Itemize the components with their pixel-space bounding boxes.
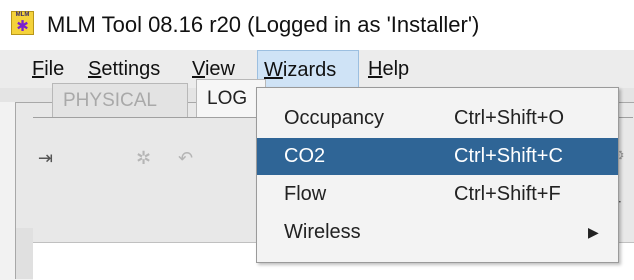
submenu-arrow-icon: ▶	[588, 224, 599, 240]
refresh-icon[interactable]: ✲	[136, 147, 151, 169]
wizards-dropdown: Occupancy Ctrl+Shift+O CO2 Ctrl+Shift+C …	[256, 87, 619, 263]
menu-view-label: iew	[204, 58, 235, 80]
menu-wizards-label: izards	[282, 59, 337, 81]
menu-item-label: Wireless	[284, 221, 361, 243]
menu-item-shortcut: Ctrl+Shift+F	[454, 183, 561, 205]
menu-wizards[interactable]: Wizards	[257, 50, 359, 88]
menu-help-mnemonic: H	[368, 58, 383, 80]
menu-settings-mnemonic: S	[88, 58, 102, 80]
title-bar: MLM ✱ MLM Tool 08.16 r20 (Logged in as '…	[0, 0, 634, 50]
menu-item-wireless[interactable]: Wireless ▶	[257, 214, 618, 251]
menu-item-shortcut: Ctrl+Shift+C	[454, 145, 563, 167]
tab-physical[interactable]: PHYSICAL	[52, 83, 188, 117]
menu-file-label: ile	[44, 58, 65, 80]
undo-icon[interactable]: ↶	[178, 147, 193, 169]
window-title: MLM Tool 08.16 r20 (Logged in as 'Instal…	[47, 12, 480, 37]
menu-item-label: CO2	[284, 145, 326, 167]
menu-view-mnemonic: V	[192, 58, 205, 80]
menu-help[interactable]: Help	[362, 50, 415, 88]
menu-file-mnemonic: F	[32, 58, 45, 80]
content-edge	[16, 228, 33, 279]
asterisk-icon: ✱	[16, 18, 29, 35]
app-icon: MLM ✱	[11, 11, 34, 35]
menu-wizards-mnemonic: W	[264, 59, 283, 81]
menu-item-label: Flow	[284, 183, 327, 205]
menu-settings-label: ettings	[101, 58, 161, 80]
menu-item-co2[interactable]: CO2 Ctrl+Shift+C	[257, 138, 618, 175]
menu-help-label: elp	[382, 58, 410, 80]
menu-item-occupancy[interactable]: Occupancy Ctrl+Shift+O	[257, 100, 618, 137]
menu-item-flow[interactable]: Flow Ctrl+Shift+F	[257, 176, 618, 213]
login-icon[interactable]: ⇥	[38, 147, 53, 169]
menu-item-label: Occupancy	[284, 107, 385, 129]
menu-item-shortcut: Ctrl+Shift+O	[454, 107, 565, 129]
